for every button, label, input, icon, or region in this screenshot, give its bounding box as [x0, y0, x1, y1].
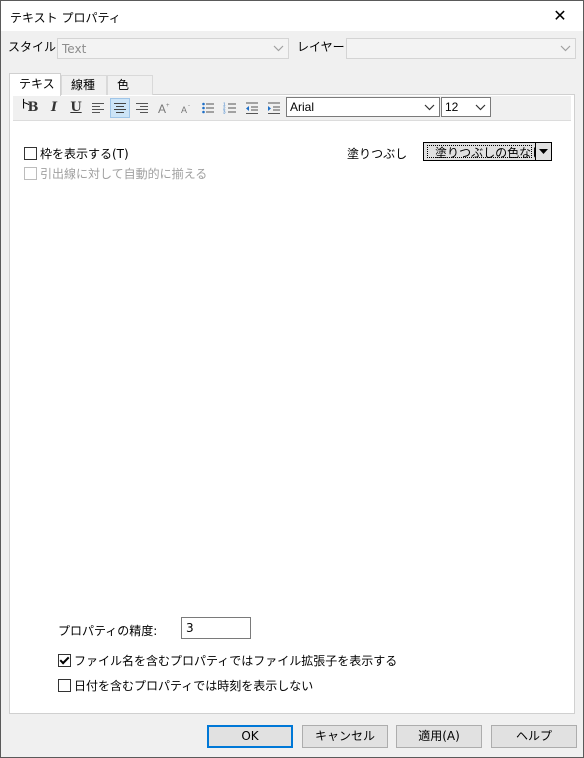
- increase-indent-button[interactable]: [264, 98, 284, 118]
- precision-input[interactable]: 3: [181, 617, 251, 639]
- chevron-down-icon: [560, 45, 571, 52]
- style-value: Text: [62, 42, 87, 56]
- chevron-down-icon: [273, 45, 284, 52]
- italic-button[interactable]: I: [44, 98, 64, 118]
- text-properties-dialog: テキスト プロパティ ✕ スタイル: Text レイヤー: テキスト 線種 色 …: [0, 0, 584, 758]
- font-family-select[interactable]: Arial: [286, 97, 440, 117]
- layer-label: レイヤー:: [297, 40, 349, 54]
- font-grow-icon: A +: [158, 102, 170, 115]
- style-label: スタイル:: [8, 40, 61, 54]
- align-left-icon: [92, 103, 104, 113]
- show-extension-label[interactable]: ファイル名を含むプロパティではファイル拡張子を表示する: [74, 652, 397, 669]
- precision-label: プロパティの精度:: [58, 624, 158, 638]
- show-frame-label[interactable]: 枠を表示する(T): [40, 145, 129, 162]
- show-frame-checkbox[interactable]: [24, 147, 37, 160]
- font-size-value: 12: [445, 100, 459, 114]
- chevron-down-icon: [475, 104, 486, 111]
- increase-font-button[interactable]: A +: [154, 98, 174, 118]
- align-leader-checkbox: [24, 167, 37, 180]
- svg-text:3: 3: [223, 110, 226, 115]
- underline-button[interactable]: U: [66, 98, 86, 118]
- hide-time-label[interactable]: 日付を含むプロパティでは時刻を表示しない: [74, 677, 313, 694]
- apply-button[interactable]: 適用(A): [396, 725, 482, 748]
- svg-text:-: -: [188, 103, 190, 109]
- indent-icon: [268, 102, 280, 114]
- bullet-list-icon: [202, 102, 214, 114]
- decrease-font-button[interactable]: A-: [176, 98, 196, 118]
- fill-color-button[interactable]: 塗りつぶしの色なし: [423, 142, 543, 161]
- title-bar: テキスト プロパティ ✕: [1, 1, 583, 31]
- precision-value: 3: [186, 621, 194, 635]
- bullet-list-button[interactable]: [198, 98, 218, 118]
- cancel-button[interactable]: キャンセル: [302, 725, 388, 748]
- align-right-button[interactable]: [132, 98, 152, 118]
- show-extension-checkbox[interactable]: [58, 654, 71, 667]
- caret-down-icon: [539, 149, 548, 154]
- tab-text[interactable]: テキスト: [9, 73, 61, 111]
- svg-text:A: A: [158, 102, 166, 115]
- ok-button[interactable]: OK: [207, 725, 293, 748]
- align-center-icon: [114, 103, 126, 113]
- close-icon[interactable]: ✕: [537, 1, 583, 31]
- align-left-button[interactable]: [88, 98, 108, 118]
- outdent-icon: [246, 102, 258, 114]
- svg-text:A: A: [181, 105, 187, 115]
- layer-combobox[interactable]: [346, 38, 576, 59]
- chevron-down-icon: [424, 104, 435, 111]
- dialog-title: テキスト プロパティ: [10, 11, 121, 25]
- align-right-icon: [136, 103, 148, 113]
- fill-color-dropdown[interactable]: [536, 142, 552, 161]
- tab-color[interactable]: 色: [107, 75, 153, 95]
- font-size-select[interactable]: 12: [441, 97, 491, 117]
- hide-time-checkbox[interactable]: [58, 679, 71, 692]
- fill-color-value: 塗りつぶしの色なし: [435, 146, 544, 160]
- numbered-list-button[interactable]: 123: [220, 98, 240, 118]
- font-family-value: Arial: [290, 100, 315, 114]
- svg-text:+: +: [166, 103, 170, 109]
- align-leader-label: 引出線に対して自動的に揃える: [40, 167, 208, 181]
- decrease-indent-button[interactable]: [242, 98, 262, 118]
- help-button[interactable]: ヘルプ: [491, 725, 577, 748]
- numbered-list-icon: 123: [223, 102, 236, 115]
- align-center-button[interactable]: [110, 98, 130, 118]
- style-combobox[interactable]: Text: [57, 38, 289, 59]
- font-shrink-icon: A-: [181, 103, 190, 115]
- tab-panel: [9, 94, 575, 714]
- fill-label: 塗りつぶし: [347, 147, 408, 161]
- tab-linetype[interactable]: 線種: [61, 75, 107, 95]
